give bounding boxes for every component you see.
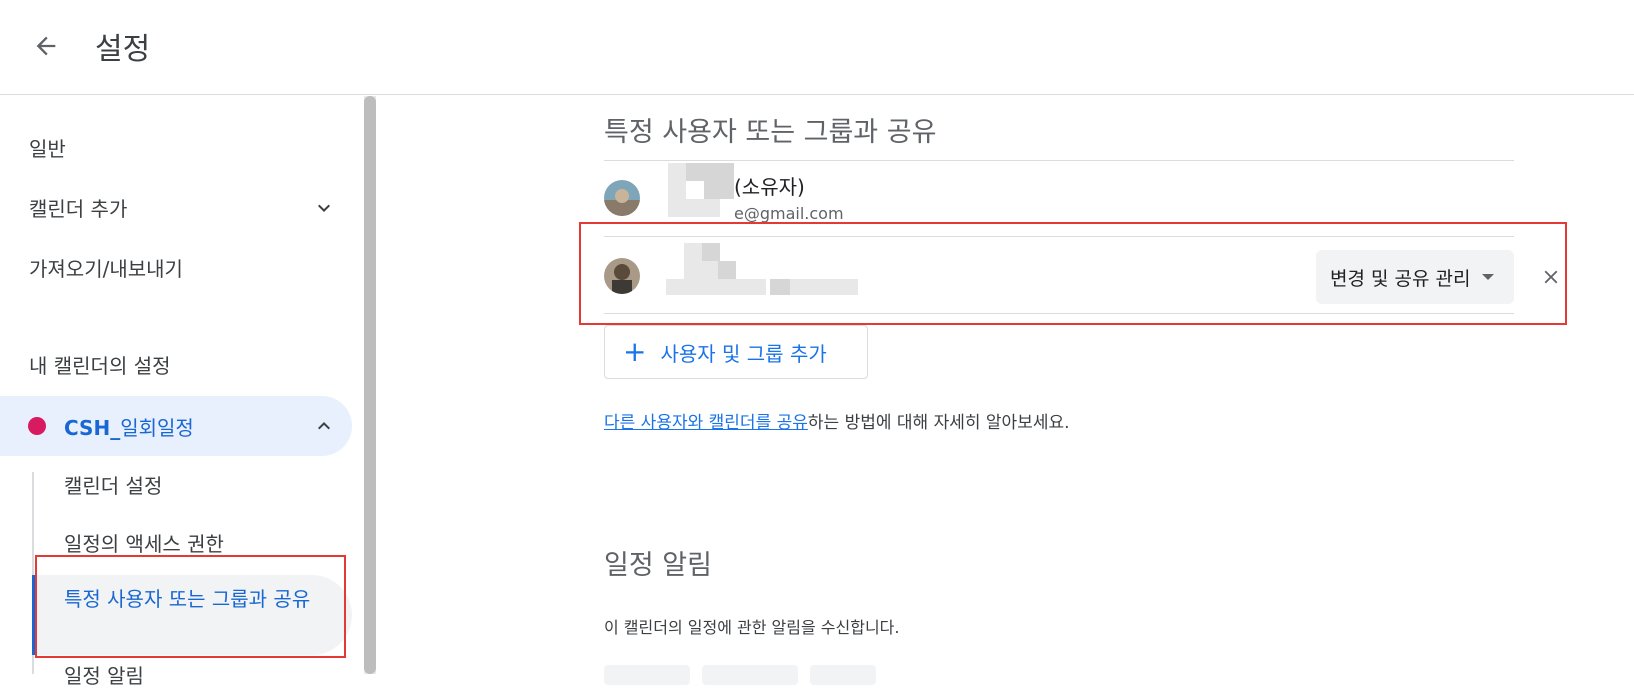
redacted-block (666, 279, 766, 295)
owner-email: e@gmail.com (734, 204, 844, 223)
notification-chip[interactable] (810, 665, 876, 685)
add-people-label: 사용자 및 그룹 추가 (660, 341, 827, 366)
sidebar-scrollbar-thumb[interactable] (364, 96, 376, 674)
redacted-block (684, 243, 702, 261)
redacted-block (668, 199, 720, 217)
section-title-notifications: 일정 알림 (604, 550, 712, 581)
owner-avatar (604, 180, 640, 216)
redacted-block (686, 163, 734, 181)
sidebar-sub-item-share-with-people[interactable]: 특정 사용자 또는 그룹과 공유 (64, 584, 334, 614)
divider (604, 313, 1514, 314)
divider (604, 160, 1514, 161)
notification-chip[interactable] (702, 665, 798, 685)
permission-value: 변경 및 공유 관리 (1330, 267, 1471, 290)
sidebar-item-general[interactable]: 일반 (0, 118, 352, 176)
redacted-block (668, 163, 686, 181)
sidebar-item-import-export[interactable]: 가져오기/내보내기 (0, 238, 352, 296)
close-icon (1544, 270, 1558, 284)
owner-name: (소유자) (734, 175, 805, 199)
redacted-block (718, 261, 736, 279)
sidebar-item-label: 가져오기/내보내기 (29, 256, 183, 281)
redacted-block (790, 279, 858, 295)
notifications-description: 이 캘린더의 일정에 관한 알림을 수신합니다. (604, 618, 900, 637)
redacted-block (770, 279, 790, 295)
plus-icon: + (623, 335, 647, 368)
permission-select[interactable]: 변경 및 공유 관리 (1316, 250, 1514, 304)
sidebar-sub-item-event-notifications[interactable]: 일정 알림 (64, 660, 144, 689)
remove-user-button[interactable] (1534, 260, 1568, 294)
redacted-block (704, 181, 734, 199)
sidebar-sub-item-access-permissions[interactable]: 일정의 액세스 권한 (64, 528, 224, 557)
my-calendars-settings-label: 내 캘린더의 설정 (29, 354, 171, 378)
sidebar-item-label: 캘린더 추가 (29, 196, 128, 221)
section-title-share: 특정 사용자 또는 그룹과 공유 (604, 117, 937, 148)
app-header: 설정 (0, 0, 1634, 95)
redacted-block (702, 243, 720, 261)
sharing-help-rest: 하는 방법에 대해 자세히 알아보세요. (807, 413, 1070, 433)
page-title: 설정 (95, 32, 151, 67)
sidebar-calendar-item[interactable]: CSH_일회일정 (0, 396, 352, 456)
sharing-help-text: 다른 사용자와 캘린더를 공유하는 방법에 대해 자세히 알아보세요. (604, 408, 1070, 433)
divider (604, 236, 1514, 237)
chevron-down-icon (318, 204, 330, 212)
sharing-help-link[interactable]: 다른 사용자와 캘린더를 공유 (604, 413, 808, 433)
calendar-name: CSH_일회일정 (64, 415, 194, 440)
sidebar-sub-item-calendar-settings[interactable]: 캘린더 설정 (64, 470, 162, 499)
calendar-color-dot (28, 417, 46, 435)
sidebar-item-add-calendar[interactable]: 캘린더 추가 (0, 178, 352, 236)
active-indicator (32, 575, 35, 655)
caret-down-icon (1482, 274, 1495, 280)
redacted-block (668, 181, 686, 199)
sidebar-item-label: 일반 (29, 136, 66, 161)
shared-user-avatar (604, 258, 640, 294)
back-arrow-icon[interactable] (26, 26, 66, 66)
notification-chip[interactable] (604, 665, 690, 685)
chevron-up-icon[interactable] (312, 414, 336, 438)
redacted-block (684, 261, 720, 279)
add-people-button[interactable]: + 사용자 및 그룹 추가 (604, 325, 868, 379)
